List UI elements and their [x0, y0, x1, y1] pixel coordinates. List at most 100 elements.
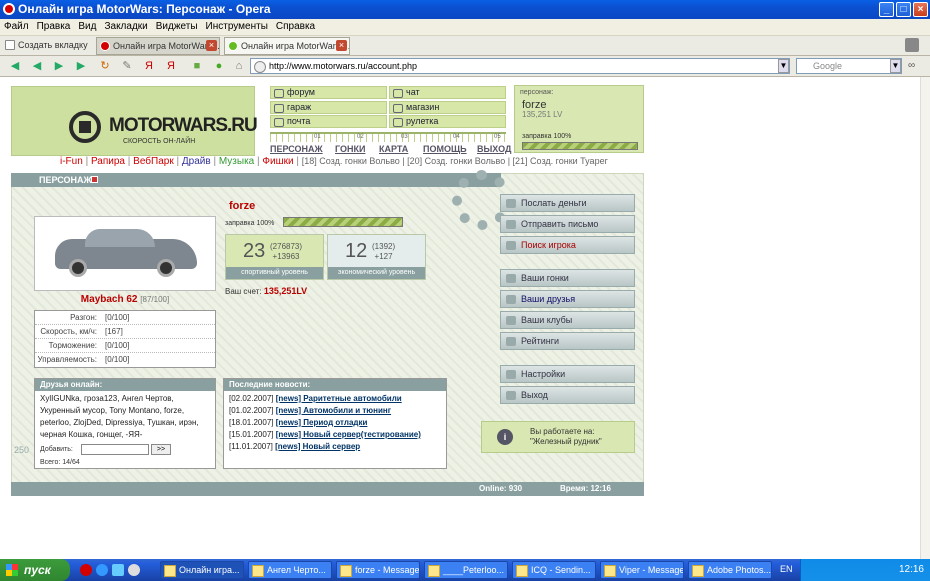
forward-icon[interactable]: ▶ — [52, 59, 66, 73]
taskbar-item-message-2[interactable]: forze - Message — [336, 561, 420, 579]
game-links[interactable]: [18] Созд. гонки Вольво | [20] Созд. гон… — [302, 156, 608, 166]
news-date: [01.02.2007] — [229, 406, 274, 415]
topnav-help[interactable]: ПОМОЩЬ — [423, 144, 467, 154]
link-rapira[interactable]: Рапира — [91, 156, 125, 167]
tab-bar: Создать вкладку Онлайн игра MotorWars: .… — [0, 36, 930, 56]
nav-forum[interactable]: форум — [270, 86, 387, 99]
link-drive[interactable]: Драйв — [182, 156, 211, 167]
back-icon[interactable]: ◀ — [30, 59, 44, 73]
news-item[interactable]: [18.01.2007] [news] Период отладки — [229, 417, 441, 429]
ratings-button[interactable]: Рейтинги — [500, 332, 635, 350]
stat-row: Скорость, км/ч: [167] — [35, 325, 215, 339]
address-input[interactable]: http://www.motorwars.ru/account.php — [250, 58, 790, 74]
news-item[interactable]: [01.02.2007] [news] Автомобили и тюнинг — [229, 405, 441, 417]
send-letter-button[interactable]: Отправить письмо — [500, 215, 635, 233]
trash-icon[interactable] — [905, 38, 919, 52]
address-dropdown-icon[interactable]: ▼ — [778, 59, 789, 73]
nav-mail[interactable]: почта — [270, 115, 387, 128]
footer-bar: Online: 930 Время: 12:16 — [11, 482, 644, 496]
desktop-quicklaunch-icon[interactable] — [112, 564, 124, 576]
stat-key: Разгон: — [70, 313, 97, 322]
nav-roulette[interactable]: рулетка — [389, 115, 506, 128]
taskbar-item-icq[interactable]: ICQ - Sendin... — [512, 561, 596, 579]
friends-list[interactable]: XylIGUNka, гроза123, Ангел Чертов, Укуре… — [35, 391, 215, 443]
menu-file[interactable]: Файл — [0, 19, 33, 34]
add-friend-button[interactable]: >> — [151, 444, 171, 455]
link-chips[interactable]: Фишки — [262, 156, 293, 167]
media-quicklaunch-icon[interactable] — [128, 564, 140, 576]
link-ifun[interactable]: i-Fun — [60, 156, 83, 167]
nav-garage[interactable]: гараж — [270, 101, 387, 114]
site-logo[interactable]: MOTORWARS.RU СКОРОСТЬ ОН-ЛАЙН — [11, 86, 258, 156]
find-player-button[interactable]: Поиск игрока — [500, 236, 635, 254]
menu-tools[interactable]: Инструменты — [202, 19, 272, 34]
yandex-icon[interactable]: Я — [142, 59, 156, 73]
back-fast-icon[interactable]: ◀ — [8, 59, 22, 73]
news-link[interactable]: [news] Автомобили и тюнинг — [276, 406, 391, 415]
section-title: ПЕРСОНАЖ — [39, 175, 92, 185]
start-button[interactable]: пуск — [0, 559, 70, 581]
taskbar-item-message-1[interactable]: Ангел Черто... — [248, 561, 332, 579]
close-button[interactable]: × — [913, 2, 928, 17]
link-webpark[interactable]: ВебПарк — [133, 156, 174, 167]
car-name-line: Maybach 62 [87/100] — [34, 294, 216, 305]
go-icon[interactable]: ● — [212, 59, 226, 73]
news-link[interactable]: [news] Раритетные автомобили — [276, 394, 402, 403]
exit-button[interactable]: Выход — [500, 386, 635, 404]
news-item[interactable]: [11.01.2007] [news] Новый сервер — [229, 441, 441, 453]
search-dropdown-icon[interactable]: ▼ — [890, 59, 901, 73]
news-link[interactable]: [news] Новый сервер — [275, 442, 360, 451]
menu-bookmarks[interactable]: Закладки — [100, 19, 151, 34]
your-races-button[interactable]: Ваши гонки — [500, 269, 635, 287]
edit-icon[interactable]: ✎ — [120, 59, 134, 73]
opera-quicklaunch-icon[interactable] — [80, 564, 92, 576]
close-tab-icon[interactable]: × — [206, 40, 217, 51]
news-date: [15.01.2007] — [229, 430, 274, 439]
topnav-races[interactable]: ГОНКИ — [335, 144, 365, 154]
news-link[interactable]: [news] Новый сервер(тестирование) — [276, 430, 421, 439]
ruler-tick: 03 — [401, 134, 408, 140]
page-scrollbar[interactable] — [920, 77, 930, 559]
nav-shop[interactable]: магазин — [389, 101, 506, 114]
topnav-exit[interactable]: ВЫХОД — [477, 144, 511, 154]
taskbar-item-photoshop[interactable]: Adobe Photos... — [688, 561, 772, 579]
tab-2[interactable]: Онлайн игра MotorWars: ... × — [224, 37, 350, 55]
news-link[interactable]: [news] Период отладки — [276, 418, 368, 427]
home-icon[interactable]: ⌂ — [232, 59, 246, 73]
reload-icon[interactable]: ↻ — [98, 59, 112, 73]
send-money-button[interactable]: Послать деньги — [500, 194, 635, 212]
stat-value: [167] — [105, 327, 123, 336]
taskbar-item-opera[interactable]: Онлайн игра... — [160, 561, 244, 579]
menu-widgets[interactable]: Виджеты — [152, 19, 202, 34]
your-clubs-button[interactable]: Ваши клубы — [500, 311, 635, 329]
yandex-search-icon[interactable]: Я — [164, 59, 178, 73]
collapse-icon[interactable] — [91, 176, 98, 183]
taskbar-item-message-4[interactable]: Viper - Message — [600, 561, 684, 579]
taskbar-item-message-3[interactable]: ____Peterloo... — [424, 561, 508, 579]
search-input[interactable]: Google — [796, 58, 902, 74]
topnav-character[interactable]: ПЕРСОНАЖ — [270, 144, 323, 154]
add-friend-input[interactable] — [81, 444, 149, 455]
zoom-icon[interactable]: ∞ — [908, 60, 915, 71]
minimize-button[interactable]: _ — [879, 2, 894, 17]
tab-1[interactable]: Онлайн игра MotorWars: ... × — [96, 37, 220, 55]
forward-fast-icon[interactable]: ▶ — [74, 59, 88, 73]
settings-button[interactable]: Настройки — [500, 365, 635, 383]
maximize-button[interactable]: □ — [896, 2, 911, 17]
news-item[interactable]: [15.01.2007] [news] Новый сервер(тестиро… — [229, 429, 441, 441]
ie-quicklaunch-icon[interactable] — [96, 564, 108, 576]
language-indicator[interactable]: EN — [780, 564, 793, 574]
menu-edit[interactable]: Правка — [33, 19, 75, 34]
topnav-map[interactable]: КАРТА — [379, 144, 408, 154]
link-music[interactable]: Музыка — [219, 156, 254, 167]
new-tab-button[interactable]: Создать вкладку — [2, 37, 94, 55]
menu-view[interactable]: Вид — [74, 19, 100, 34]
nav-chat[interactable]: чат — [389, 86, 506, 99]
online-count: Online: 930 — [479, 484, 523, 493]
news-item[interactable]: [02.02.2007] [news] Раритетные автомобил… — [229, 393, 441, 405]
menu-help[interactable]: Справка — [272, 19, 319, 34]
your-friends-button[interactable]: Ваши друзья — [500, 290, 635, 308]
close-tab-icon[interactable]: × — [336, 40, 347, 51]
page-icon[interactable]: ■ — [190, 59, 204, 73]
clock[interactable]: 12:16 — [899, 564, 924, 575]
